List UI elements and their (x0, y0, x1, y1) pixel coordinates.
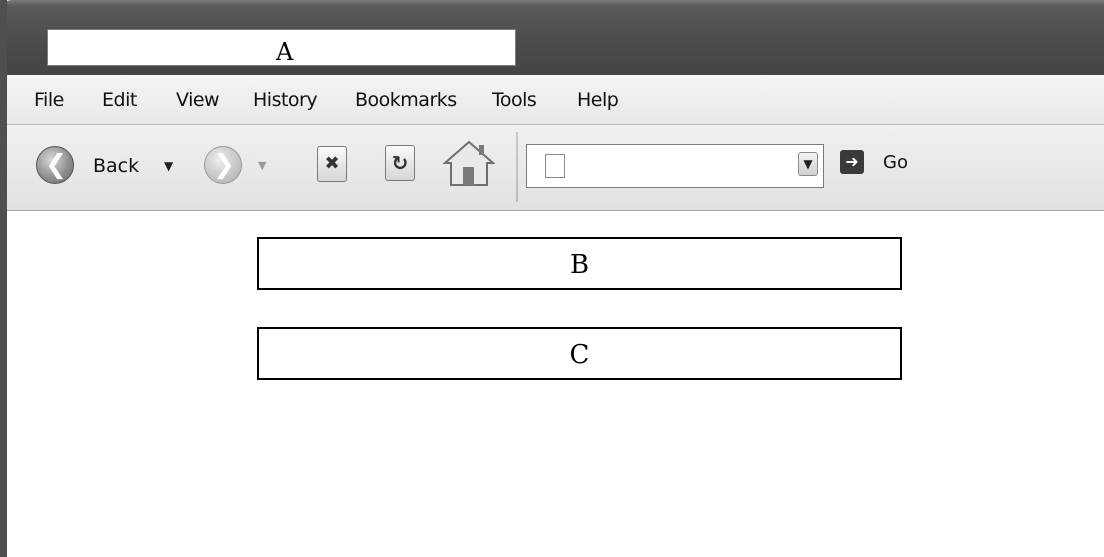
stop-button[interactable]: ✖ (317, 146, 349, 184)
home-button[interactable] (442, 139, 496, 187)
home-icon (442, 140, 496, 186)
browser-window: A File Edit View History Bookmarks Tools… (0, 0, 1104, 557)
dropdown-triangle-icon[interactable]: ▼ (164, 154, 173, 178)
menu-file[interactable]: File (34, 75, 64, 124)
forward-arrow-icon: ❯ (204, 146, 242, 184)
menu-help[interactable]: Help (577, 75, 619, 124)
go-arrow-icon[interactable]: ➜ (840, 150, 864, 174)
go-button-label[interactable]: Go (883, 149, 908, 177)
reload-button[interactable]: ↻ (385, 145, 417, 183)
menu-edit[interactable]: Edit (102, 75, 137, 124)
navigation-toolbar: ❮ Back ▼ ❯ ▼ ✖ ↻ ▼ ➜ Go (6, 125, 1104, 211)
back-button[interactable]: ❮ Back ▼ (36, 146, 173, 186)
stop-icon: ✖ (317, 146, 347, 182)
title-tab-label: A (276, 38, 294, 66)
chevron-down-icon[interactable]: ▼ (798, 152, 818, 176)
box-c: C (257, 327, 902, 380)
address-bar[interactable] (526, 144, 824, 188)
menu-tools[interactable]: Tools (492, 75, 537, 124)
menu-history[interactable]: History (253, 75, 318, 124)
back-label: Back (93, 155, 140, 177)
reload-icon: ↻ (385, 145, 415, 181)
box-b: B (257, 237, 902, 290)
dropdown-triangle-icon-disabled: ▼ (258, 159, 267, 172)
title-bar: A (0, 0, 1104, 75)
back-arrow-icon: ❮ (36, 146, 74, 184)
toolbar-separator (516, 132, 518, 202)
url-input[interactable] (567, 151, 771, 183)
forward-button[interactable]: ❯ ▼ (204, 146, 274, 186)
page-content: B C (6, 211, 1104, 557)
window-left-border (0, 0, 7, 557)
menu-bookmarks[interactable]: Bookmarks (355, 75, 457, 124)
title-tab[interactable]: A (47, 29, 516, 66)
menu-view[interactable]: View (176, 75, 220, 124)
page-icon (545, 154, 565, 178)
menu-bar: File Edit View History Bookmarks Tools H… (6, 75, 1104, 125)
